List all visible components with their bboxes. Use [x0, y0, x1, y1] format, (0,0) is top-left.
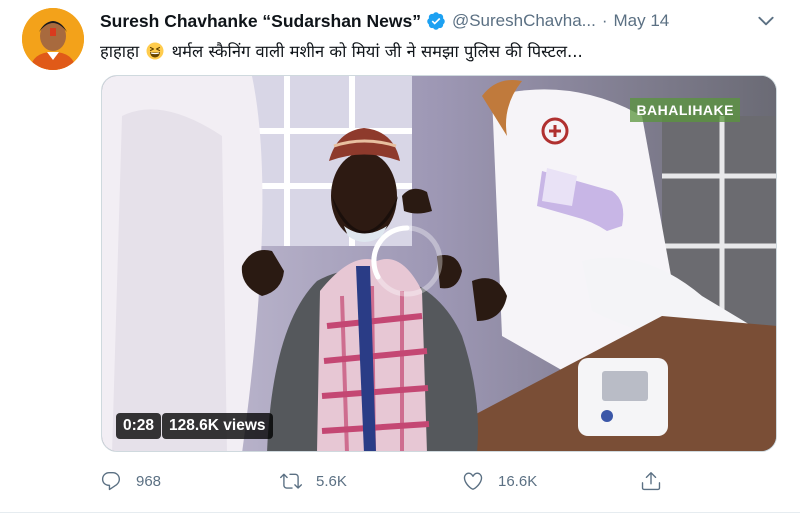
heart-icon — [463, 472, 483, 490]
share-icon — [641, 472, 661, 491]
grinning-squinting-face-icon — [146, 42, 164, 60]
avatar[interactable] — [22, 8, 84, 70]
author-handle[interactable]: @SureshChavha... — [452, 11, 596, 31]
verified-badge-icon — [427, 12, 445, 30]
reply-count: 968 — [136, 472, 162, 490]
divider — [0, 512, 800, 513]
reply-icon — [101, 472, 121, 491]
tweet[interactable]: Suresh Chavhanke “Sudarshan News” @Sures… — [0, 0, 800, 518]
share-button[interactable] — [640, 468, 662, 494]
video-player[interactable]: BAHALIHAKE 0:28 128.6K views — [101, 75, 777, 452]
reply-button[interactable]: 968 — [100, 468, 161, 494]
like-count: 16.6K — [498, 472, 538, 490]
retweet-button[interactable]: 5.6K — [280, 468, 347, 494]
tweet-text: हाहाहा थर्मल स्कैनिंग वाली मशीन को मियां… — [100, 39, 780, 62]
tweet-text-rest: थर्मल स्कैनिंग वाली मशीन को मियां जी ने … — [171, 42, 583, 61]
video-watermark: BAHALIHAKE — [630, 98, 740, 122]
tweet-actions: 968 5.6K 16.6K — [100, 468, 680, 494]
video-duration-badge: 0:28 — [116, 413, 162, 439]
like-button[interactable]: 16.6K — [462, 468, 537, 494]
video-views-badge: 128.6K views — [162, 413, 273, 439]
avatar-image — [22, 8, 84, 70]
chevron-down-icon[interactable] — [756, 11, 776, 31]
tweet-header: Suresh Chavhanke “Sudarshan News” @Sures… — [100, 9, 790, 33]
author-name[interactable]: Suresh Chavhanke “Sudarshan News” — [100, 11, 421, 32]
tweet-date[interactable]: May 14 — [614, 11, 670, 31]
tweet-text-start: हाहाहा — [100, 42, 140, 61]
separator-dot: · — [601, 11, 608, 30]
retweet-count: 5.6K — [316, 472, 347, 490]
retweet-icon — [280, 473, 302, 489]
video-frame — [102, 76, 776, 451]
